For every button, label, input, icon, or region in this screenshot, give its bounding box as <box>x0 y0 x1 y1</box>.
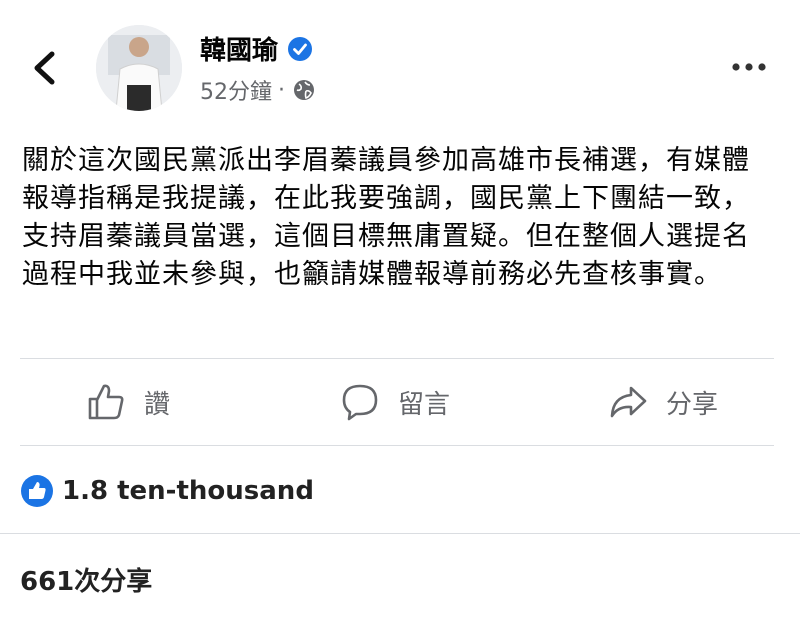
divider <box>20 358 774 359</box>
action-bar: 讚 留言 分享 <box>0 360 800 446</box>
avatar[interactable] <box>96 25 182 111</box>
meta-separator: · <box>278 77 285 103</box>
share-label: 分享 <box>666 389 719 420</box>
share-button[interactable]: 分享 <box>608 382 718 422</box>
back-icon[interactable] <box>28 48 62 88</box>
more-options-icon[interactable] <box>731 56 767 78</box>
like-reaction-icon <box>21 475 53 507</box>
thumbs-up-icon <box>88 384 124 420</box>
divider <box>0 533 800 534</box>
post-text: 關於這次國民黨派出李眉蓁議員參加高雄市長補選，有媒體報導指稱是我提議，在此我要強… <box>22 145 750 290</box>
share-icon <box>610 386 647 418</box>
comment-label: 留言 <box>398 389 451 420</box>
verified-badge-icon <box>288 36 313 61</box>
divider <box>20 445 774 446</box>
reaction-summary[interactable]: 1.8 ten-thousand <box>20 474 314 508</box>
reaction-count: 1.8 ten-thousand <box>62 476 314 506</box>
globe-icon <box>294 80 314 100</box>
post-timestamp[interactable]: 52分鐘 <box>200 74 272 106</box>
like-label: 讚 <box>144 389 171 420</box>
comment-button[interactable]: 留言 <box>340 382 450 422</box>
author-name[interactable]: 韓國瑜 <box>200 30 278 67</box>
like-button[interactable]: 讚 <box>86 382 170 422</box>
comment-icon <box>342 384 378 421</box>
share-count[interactable]: 661次分享 <box>20 561 152 598</box>
